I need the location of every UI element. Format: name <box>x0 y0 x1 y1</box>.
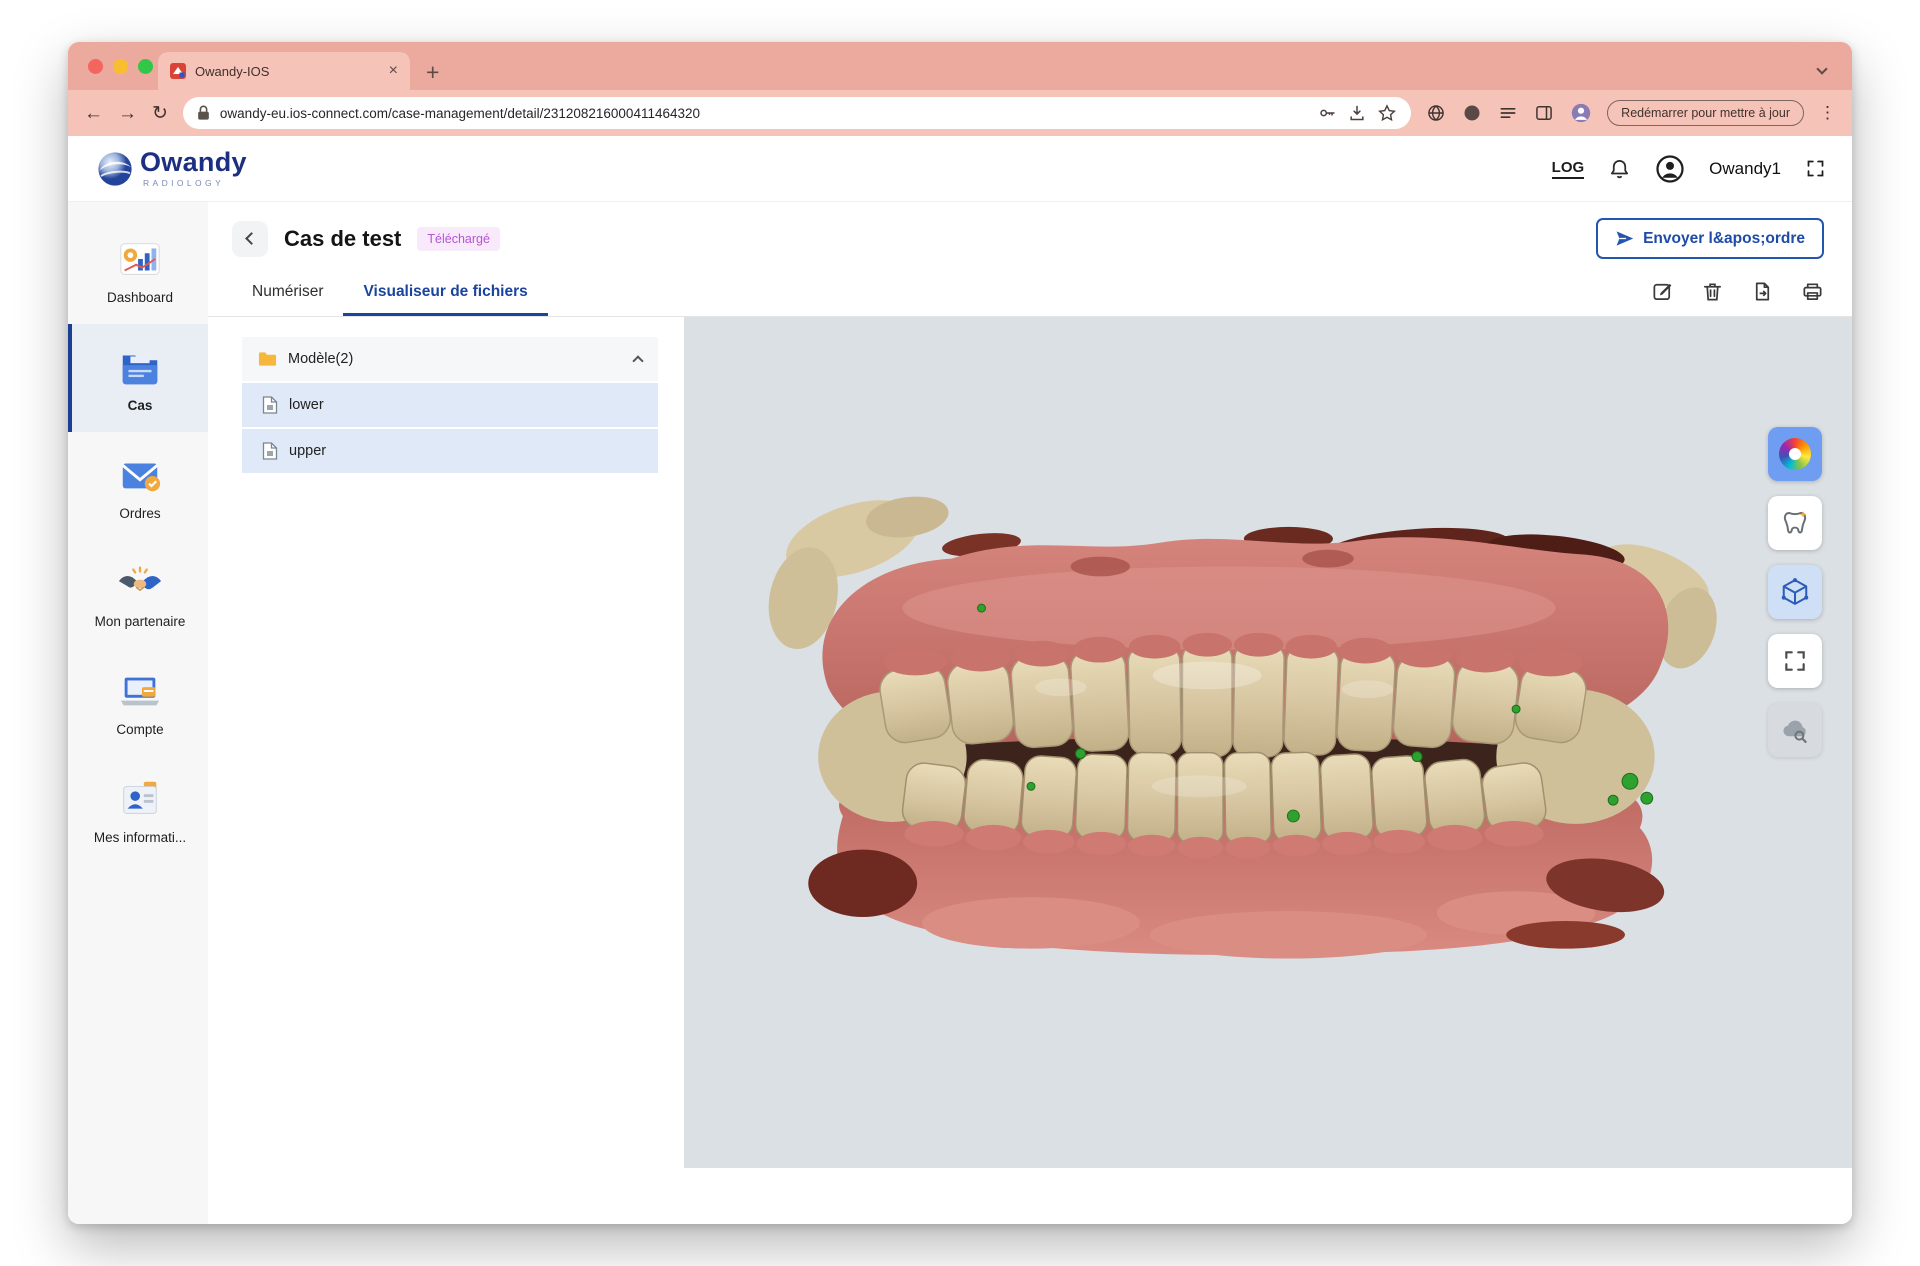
owandy-logo[interactable]: Owandy RADIOLOGY <box>94 148 247 190</box>
owandy-sphere-icon <box>94 148 136 190</box>
cube-3d-button[interactable] <box>1768 565 1822 619</box>
app-page: Owandy RADIOLOGY LOG Owandy1 <box>68 136 1852 1224</box>
sidebar-label: Ordres <box>119 506 160 521</box>
account-laptop-icon <box>117 668 163 714</box>
sidebar-item-mes-informations[interactable]: Mes informati... <box>68 756 208 864</box>
dental-3d-model[interactable] <box>734 442 1724 992</box>
delete-trash-icon[interactable] <box>1701 280 1724 303</box>
file-row-upper[interactable]: upper <box>242 429 658 473</box>
zoom-window-button[interactable] <box>138 59 153 74</box>
tab-visualiseur[interactable]: Visualiseur de fichiers <box>343 267 547 316</box>
pinwheel-extension-icon[interactable] <box>1462 103 1482 123</box>
username-label[interactable]: Owandy1 <box>1709 159 1781 179</box>
sidebar-label: Mon partenaire <box>95 614 186 629</box>
tabs-row: Numériser Visualiseur de fichiers <box>208 267 1852 317</box>
status-badge: Téléchargé <box>417 227 500 251</box>
browser-menu-icon[interactable]: ⋮ <box>1819 103 1836 123</box>
sidebar-item-ordres[interactable]: Ordres <box>68 432 208 540</box>
notification-bell-icon[interactable] <box>1608 157 1631 180</box>
paper-plane-icon <box>1615 229 1634 248</box>
close-window-button[interactable] <box>88 59 103 74</box>
browser-tab-strip: Owandy-IOS × + <box>68 42 1852 90</box>
chevron-up-icon <box>632 355 643 366</box>
3d-viewer[interactable] <box>684 317 1852 1168</box>
update-browser-button[interactable]: Redémarrer pour mettre à jour <box>1607 100 1804 126</box>
bookmark-star-icon[interactable] <box>1377 103 1397 123</box>
download-icon[interactable] <box>1347 103 1367 123</box>
globe-extension-icon[interactable] <box>1426 103 1446 123</box>
my-info-card-icon <box>117 776 163 822</box>
sidebar-label: Cas <box>128 398 153 413</box>
expand-icon <box>1782 648 1808 674</box>
forward-icon[interactable]: → <box>118 104 137 123</box>
back-icon[interactable]: ← <box>84 104 103 123</box>
sidebar-label: Compte <box>116 722 163 737</box>
new-tab-button[interactable]: + <box>426 61 439 84</box>
file-name: lower <box>289 397 324 413</box>
browser-tab[interactable]: Owandy-IOS × <box>158 52 410 90</box>
orders-envelope-icon <box>117 452 163 498</box>
side-panel-extension-icon[interactable] <box>1534 103 1554 123</box>
browser-toolbar: ← → ↻ owandy-eu.ios-connect.com/case-man… <box>68 90 1852 136</box>
send-order-label: Envoyer l&apos;ordre <box>1643 230 1805 248</box>
send-order-button[interactable]: Envoyer l&apos;ordre <box>1596 218 1824 259</box>
file-name: upper <box>289 443 326 459</box>
tab-favicon-icon <box>170 63 186 79</box>
extension-icons <box>1426 102 1592 124</box>
case-title: Cas de test <box>284 226 401 252</box>
app-header: Owandy RADIOLOGY LOG Owandy1 <box>68 136 1852 202</box>
tab-close-icon[interactable]: × <box>389 63 398 79</box>
password-key-icon[interactable] <box>1317 103 1337 123</box>
case-header: Cas de test Téléchargé Envoyer l&apos;or… <box>208 202 1852 267</box>
tab-search-chevron-icon[interactable] <box>1818 60 1826 78</box>
color-wheel-button[interactable] <box>1768 427 1822 481</box>
tab-numeriser[interactable]: Numériser <box>232 267 343 316</box>
edit-note-icon[interactable] <box>1651 280 1674 303</box>
folder-label: Modèle(2) <box>288 351 353 367</box>
browser-window: Owandy-IOS × + ← → ↻ owandy-eu.ios-conne… <box>68 42 1852 1224</box>
tab-title: Owandy-IOS <box>195 64 380 79</box>
sidebar-label: Mes informati... <box>94 830 186 845</box>
url-text: owandy-eu.ios-connect.com/case-managemen… <box>220 106 1307 121</box>
sidebar-item-cas[interactable]: Cas <box>68 324 208 432</box>
file-row-lower[interactable]: lower <box>242 383 658 427</box>
cube-3d-icon <box>1780 577 1810 607</box>
minimize-window-button[interactable] <box>113 59 128 74</box>
log-link[interactable]: LOG <box>1552 159 1585 179</box>
viewer-fullscreen-button[interactable] <box>1768 634 1822 688</box>
model-file-icon <box>262 396 278 414</box>
chevron-left-icon <box>245 232 258 245</box>
export-file-icon[interactable] <box>1751 280 1774 303</box>
fullscreen-icon[interactable] <box>1805 158 1826 179</box>
color-wheel-icon <box>1779 438 1811 470</box>
file-tree-panel: Modèle(2) lower <box>208 317 684 1168</box>
sidebar-label: Dashboard <box>107 290 173 305</box>
logo-text: Owandy <box>140 149 247 176</box>
dashboard-icon <box>117 236 163 282</box>
logo-subtext: RADIOLOGY <box>143 178 247 188</box>
sidebar-item-dashboard[interactable]: Dashboard <box>68 216 208 324</box>
folder-icon <box>258 351 277 367</box>
tooth-shade-button[interactable] <box>1768 496 1822 550</box>
tree-folder-header[interactable]: Modèle(2) <box>242 337 658 381</box>
window-controls <box>88 59 153 74</box>
tooth-icon <box>1780 508 1810 538</box>
model-file-icon <box>262 442 278 460</box>
user-avatar-icon[interactable] <box>1655 154 1685 184</box>
back-button[interactable] <box>232 221 268 257</box>
viewer-toolbar <box>1768 427 1822 757</box>
partner-handshake-icon <box>117 560 163 606</box>
cloud-download-button[interactable] <box>1768 703 1822 757</box>
lock-icon <box>197 105 210 121</box>
address-bar[interactable]: owandy-eu.ios-connect.com/case-managemen… <box>183 97 1411 129</box>
sidebar-item-compte[interactable]: Compte <box>68 648 208 756</box>
print-icon[interactable] <box>1801 280 1824 303</box>
sidebar: Dashboard Cas <box>68 202 208 1224</box>
case-folder-icon <box>117 344 163 390</box>
sidebar-item-mon-partenaire[interactable]: Mon partenaire <box>68 540 208 648</box>
profile-avatar-icon[interactable] <box>1570 102 1592 124</box>
reload-icon[interactable]: ↻ <box>152 104 168 123</box>
cloud-download-icon <box>1780 715 1810 745</box>
reading-list-extension-icon[interactable] <box>1498 103 1518 123</box>
